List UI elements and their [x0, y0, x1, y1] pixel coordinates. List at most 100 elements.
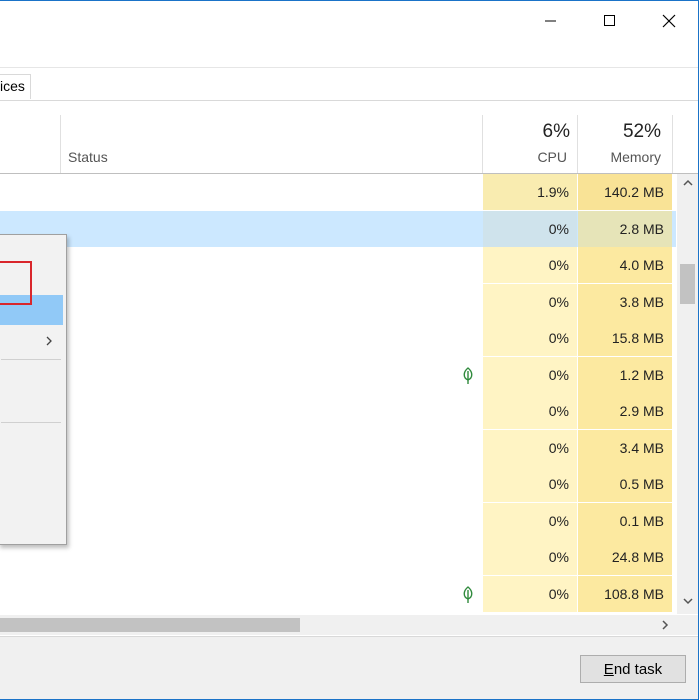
cpu-value: 0%	[548, 476, 569, 492]
memory-value: 2.8 MB	[619, 220, 664, 237]
memory-cell: 3.8 MB	[578, 283, 672, 320]
end-task-button[interactable]: End task	[580, 655, 686, 683]
memory-value: 0.1 MB	[619, 512, 664, 529]
end-task-label: nd task	[613, 660, 663, 678]
cpu-cell: 0%	[483, 210, 577, 247]
close-button[interactable]	[640, 1, 698, 41]
process-list: 1.9% 140.2 MB 0% 2.8 MB 0% 4.0 MB 0% 3.8 MB 0% 15…	[0, 174, 676, 614]
memory-column-header[interactable]: Memory	[610, 149, 661, 165]
table-row[interactable]: 0% 2.9 MB	[0, 393, 676, 429]
end-task-accesskey: E	[603, 660, 614, 678]
title-bar	[0, 1, 698, 41]
memory-cell: 140.2 MB	[578, 174, 672, 210]
cpu-cell: 0%	[483, 502, 577, 539]
minimize-button[interactable]	[522, 1, 580, 41]
table-row[interactable]: 0% 2.8 MB	[0, 210, 676, 247]
horizontal-scroll-thumb[interactable]	[0, 618, 300, 632]
cpu-cell: 0%	[483, 575, 577, 612]
cpu-value: 0%	[548, 512, 569, 529]
scrollbar-corner	[677, 615, 698, 635]
memory-value: 15.8 MB	[611, 330, 664, 346]
task-manager-window: ices Status 6% CPU 52% Memory 1.9% 140.2 …	[0, 0, 699, 700]
cpu-value: 0%	[548, 549, 569, 565]
context-menu-item-submenu[interactable]	[0, 327, 63, 357]
annotation-highlight-box	[0, 261, 32, 305]
cpu-cell: 0%	[483, 283, 577, 320]
table-row[interactable]: 1.9% 140.2 MB	[0, 174, 676, 210]
cpu-cell: 0%	[483, 320, 577, 356]
memory-cell: 0.1 MB	[578, 502, 672, 539]
memory-cell: 3.4 MB	[578, 429, 672, 466]
memory-value: 2.9 MB	[619, 403, 664, 419]
table-row[interactable]: 0% 24.8 MB	[0, 539, 676, 575]
memory-value: 4.0 MB	[619, 257, 664, 273]
leaf-icon	[461, 366, 475, 390]
cpu-value: 1.9%	[537, 184, 569, 200]
memory-cell: 1.2 MB	[578, 356, 672, 393]
memory-cell: 0.5 MB	[578, 466, 672, 502]
column-separator[interactable]	[577, 115, 578, 173]
vertical-scrollbar[interactable]	[677, 174, 698, 614]
cpu-cell: 0%	[483, 356, 577, 393]
memory-value: 3.4 MB	[619, 439, 664, 456]
horizontal-scrollbar[interactable]	[0, 615, 677, 635]
cpu-cell: 0%	[483, 429, 577, 466]
memory-value: 1.2 MB	[619, 366, 664, 383]
maximize-icon	[604, 15, 615, 26]
cpu-value: 0%	[548, 366, 569, 383]
table-row[interactable]: 0% 3.8 MB	[0, 283, 676, 320]
cpu-value: 0%	[548, 403, 569, 419]
memory-cell: 15.8 MB	[578, 320, 672, 356]
column-separator[interactable]	[60, 115, 61, 173]
table-row[interactable]: 0% 4.0 MB	[0, 247, 676, 283]
memory-cell: 108.8 MB	[578, 575, 672, 612]
column-separator[interactable]	[672, 115, 673, 173]
cpu-cell: 0%	[483, 466, 577, 502]
tab-services[interactable]: ices	[0, 74, 31, 99]
memory-value: 140.2 MB	[604, 184, 664, 200]
chevron-up-icon	[682, 179, 693, 186]
cpu-value: 0%	[548, 330, 569, 346]
cpu-value: 0%	[548, 293, 569, 310]
memory-value: 3.8 MB	[619, 293, 664, 310]
cpu-total-percent[interactable]: 6%	[543, 121, 570, 143]
leaf-icon	[461, 585, 475, 609]
memory-cell: 24.8 MB	[578, 539, 672, 575]
column-separator[interactable]	[482, 115, 483, 173]
chevron-right-icon	[662, 620, 669, 630]
table-row[interactable]: 0% 1.2 MB	[0, 356, 676, 393]
menu-separator	[1, 422, 61, 423]
table-row[interactable]: 0% 0.5 MB	[0, 466, 676, 502]
cpu-cell: 0%	[483, 539, 577, 575]
table-row[interactable]: 0% 3.4 MB	[0, 429, 676, 466]
memory-value: 108.8 MB	[604, 585, 664, 602]
menu-separator	[1, 359, 61, 360]
tab-label: ices	[0, 78, 25, 94]
cpu-value: 0%	[548, 220, 569, 237]
scroll-right-button[interactable]	[657, 617, 673, 633]
vertical-scroll-thumb[interactable]	[680, 264, 695, 304]
tab-strip: ices	[0, 67, 698, 101]
table-row[interactable]: 0% 0.1 MB	[0, 502, 676, 539]
cpu-value: 0%	[548, 257, 569, 273]
status-column-header[interactable]: Status	[68, 149, 108, 165]
cpu-column-header[interactable]: CPU	[537, 149, 567, 165]
cpu-cell: 0%	[483, 247, 577, 283]
cpu-value: 0%	[548, 585, 569, 602]
close-icon	[662, 14, 676, 28]
cpu-value: 0%	[548, 439, 569, 456]
memory-cell: 4.0 MB	[578, 247, 672, 283]
maximize-button[interactable]	[581, 1, 639, 41]
scroll-down-button[interactable]	[677, 596, 698, 612]
cpu-cell: 1.9%	[483, 174, 577, 210]
table-row[interactable]: 0% 15.8 MB	[0, 320, 676, 356]
minimize-icon	[545, 20, 556, 22]
footer-bar: End task	[0, 636, 698, 699]
memory-value: 0.5 MB	[619, 476, 664, 492]
memory-value: 24.8 MB	[611, 549, 664, 565]
memory-total-percent[interactable]: 52%	[623, 121, 661, 143]
memory-cell: 2.9 MB	[578, 393, 672, 429]
column-header: Status 6% CPU 52% Memory	[0, 115, 698, 174]
scroll-up-button[interactable]	[677, 178, 698, 194]
table-row[interactable]: 0% 108.8 MB	[0, 575, 676, 612]
